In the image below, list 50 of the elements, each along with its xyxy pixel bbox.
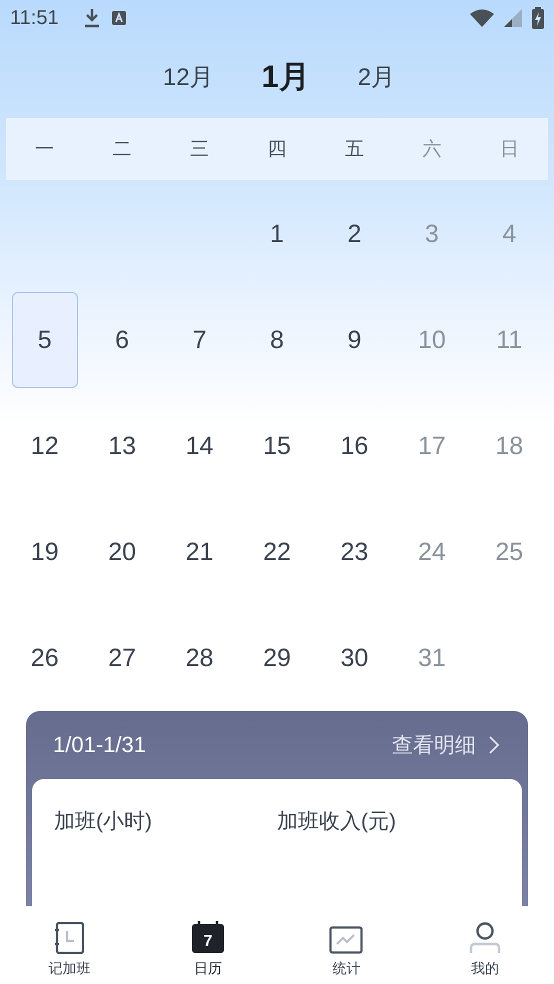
calendar-day[interactable]: 14	[166, 398, 233, 494]
calendar-day[interactable]: 20	[89, 504, 156, 600]
calendar-day[interactable]: 15	[244, 398, 310, 494]
view-details-link[interactable]: 查看明细	[392, 731, 500, 759]
calendar-day[interactable]: 21	[166, 504, 233, 600]
signal-icon	[504, 9, 522, 27]
weekday-label: 五	[344, 138, 365, 162]
user-icon	[468, 922, 501, 954]
stat-label: 加班收入(元)	[277, 809, 397, 835]
keyboard-icon	[110, 10, 127, 26]
battery-icon	[532, 7, 544, 29]
calendar-day[interactable]: 27	[89, 610, 156, 706]
download-icon	[82, 8, 101, 28]
calendar-day[interactable]: 30	[321, 610, 388, 706]
month-tab[interactable]: 12月	[162, 61, 214, 93]
notebook-icon	[54, 922, 84, 954]
weekday-label: 四	[266, 138, 288, 162]
month-tab[interactable]: 2月	[358, 61, 396, 93]
calendar-day[interactable]: 12	[12, 398, 78, 494]
stat-label: 加班(小时)	[54, 809, 153, 835]
calendar-day[interactable]: 13	[89, 398, 156, 494]
calendar-day[interactable]: 9	[321, 292, 388, 388]
calendar-day[interactable]: 28	[166, 610, 233, 706]
nav-tab[interactable]: 7 日历	[138, 906, 277, 984]
calendar-day[interactable]: 19	[12, 504, 78, 600]
calendar-day[interactable]: 2	[321, 186, 388, 282]
calendar-day[interactable]: 22	[244, 504, 310, 600]
weekday-label: 一	[34, 138, 56, 162]
calendar-day[interactable]: 16	[321, 398, 388, 494]
nav-tab[interactable]: 记加班	[0, 906, 138, 984]
chart-icon	[329, 926, 364, 954]
calendar-day[interactable]: 5	[12, 292, 78, 388]
weekday-label: 日	[498, 138, 520, 162]
weekday-label: 二	[112, 138, 133, 162]
nav-tab[interactable]: 我的	[416, 906, 554, 984]
wifi-icon	[470, 9, 494, 27]
calendar-day[interactable]: 26	[12, 610, 78, 706]
chevron-icon	[488, 735, 500, 755]
weekday-label: 三	[189, 138, 210, 162]
calendar-day[interactable]: 7	[166, 292, 233, 388]
calendar-day[interactable]: 29	[244, 610, 310, 706]
calendar-day[interactable]: 1	[244, 186, 310, 282]
calendar-day[interactable]: 23	[321, 504, 388, 600]
calendar-day[interactable]: 6	[89, 292, 156, 388]
month-tab[interactable]: 1月	[262, 56, 310, 98]
nav-tab[interactable]: 统计	[277, 906, 416, 984]
calendar-day[interactable]: 8	[244, 292, 310, 388]
status-time: 11:51	[10, 6, 59, 30]
date-range: 1/01-1/31	[53, 732, 146, 758]
weekday-label: 六	[421, 138, 442, 162]
